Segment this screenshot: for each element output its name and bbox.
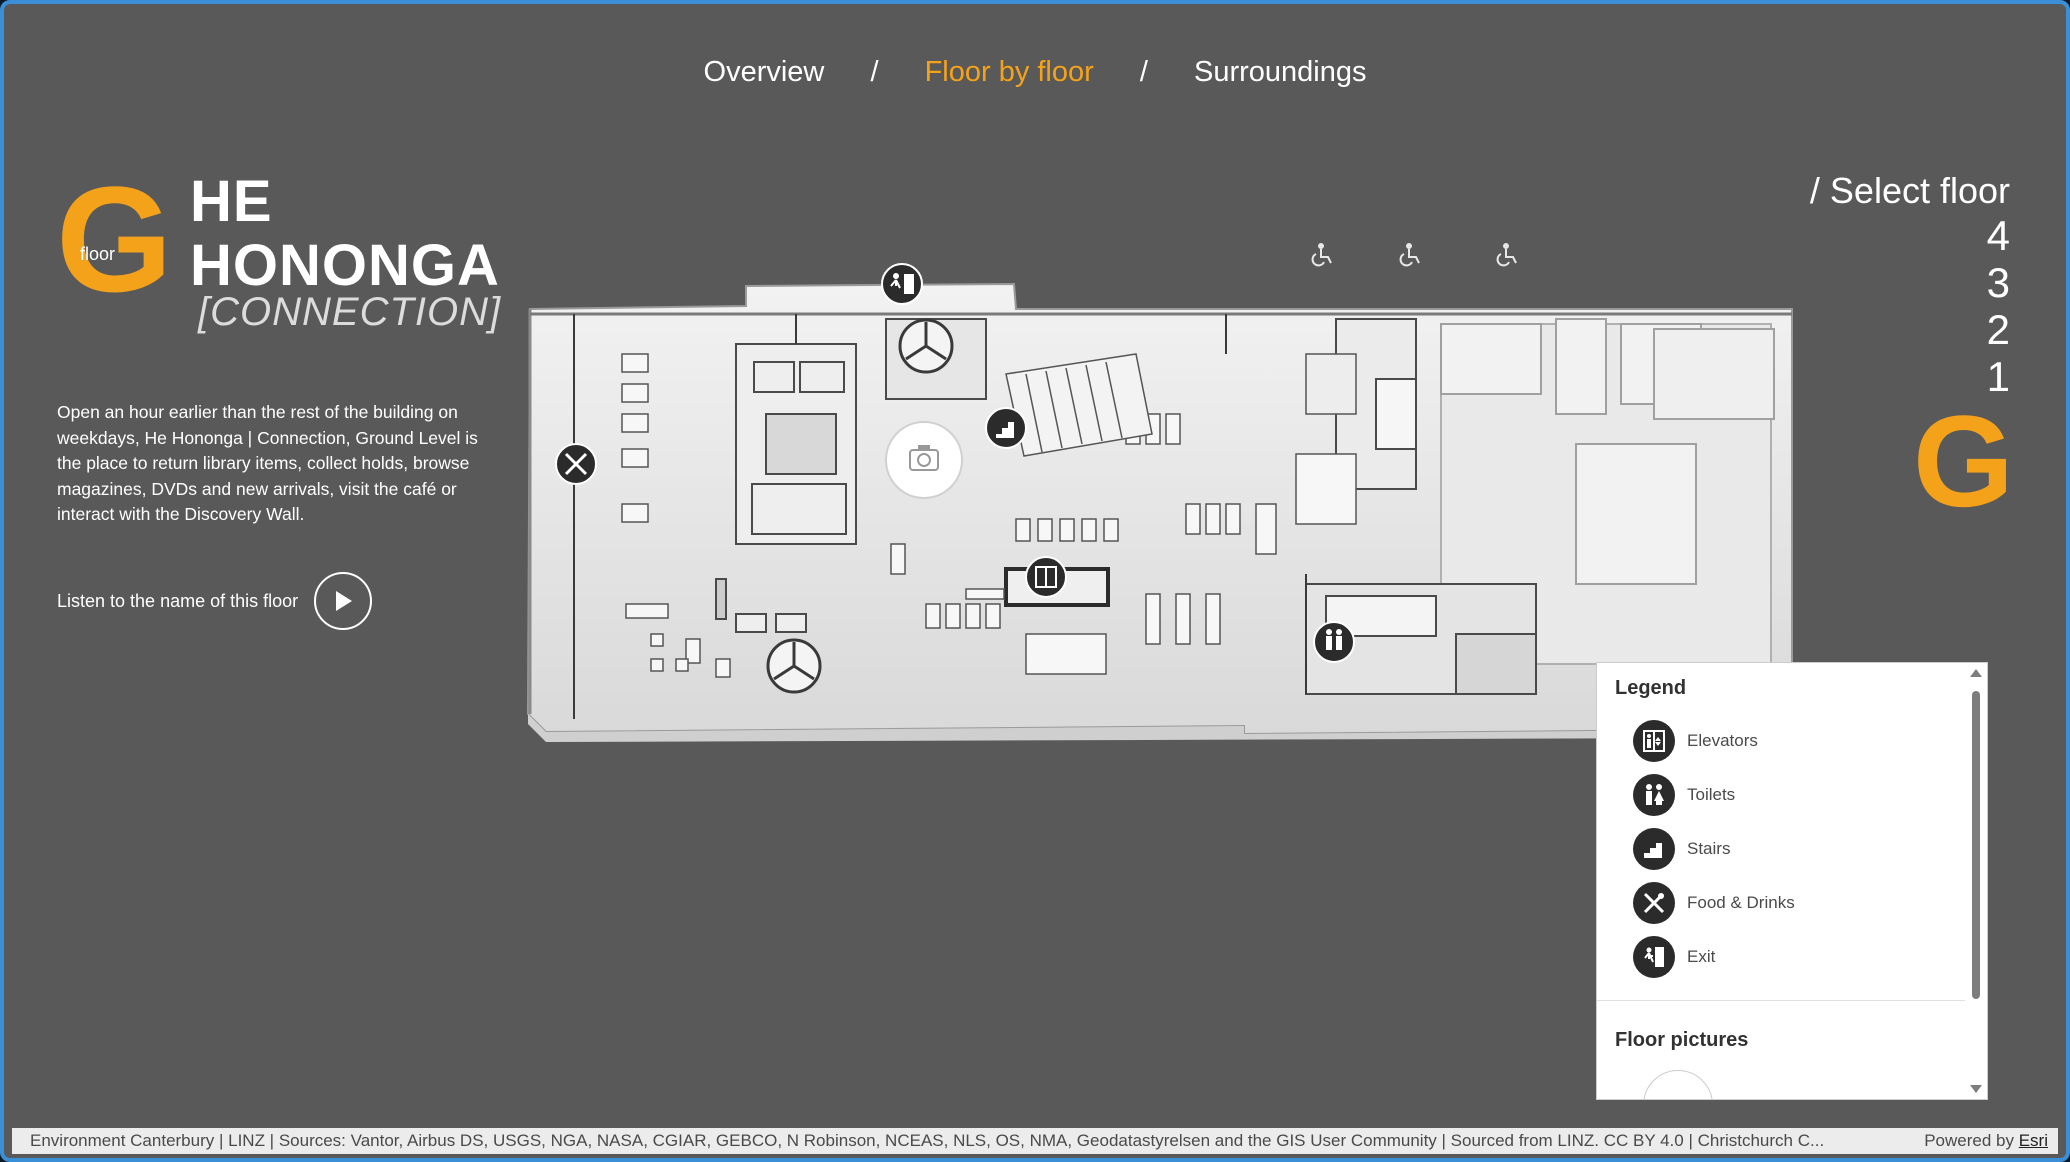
legend-label: Elevators (1687, 731, 1758, 750)
listen-label: Listen to the name of this floor (57, 590, 299, 611)
legend-item-exit: Exit (1615, 930, 1965, 984)
nav-floor-by-floor[interactable]: Floor by floor (917, 56, 1102, 89)
legend-label: Stairs (1687, 839, 1731, 858)
poi-photo[interactable] (885, 421, 963, 499)
floor-option-3[interactable]: 3 (1810, 259, 2010, 306)
nav-overview[interactable]: Overview (696, 56, 833, 89)
nav-separator: / (870, 56, 879, 88)
floor-pictures-title: Floor pictures (1615, 1029, 1749, 1051)
play-button[interactable] (314, 572, 373, 630)
nav-surroundings[interactable]: Surroundings (1186, 56, 1375, 89)
powered-by-label: Powered by (1924, 1131, 2014, 1150)
poi-exit[interactable] (881, 263, 923, 305)
accessibility-icons (1311, 243, 1517, 267)
esri-link[interactable]: Esri (2019, 1131, 2048, 1150)
toilets-icon (1633, 774, 1675, 816)
poi-toilets[interactable] (1313, 621, 1355, 663)
floor-title-line2: HONONGA (190, 232, 500, 298)
nav-separator: / (1139, 56, 1148, 88)
legend-label: Toilets (1687, 785, 1736, 804)
legend-item-food-drinks: Food & Drinks (1615, 876, 1965, 930)
floor-subtitle: [CONNECTION] (198, 290, 502, 334)
legend-content: Legend Elevators Toilets Stairs Food & D… (1597, 663, 1965, 1099)
legend-item-elevators: Elevators (1615, 714, 1965, 768)
powered-by: Powered by Esri (1914, 1128, 2048, 1154)
play-icon (336, 591, 353, 611)
app-window: Overview / Floor by floor / Surroundings… (0, 0, 2070, 1162)
legend-item-toilets: Toilets (1615, 768, 1965, 822)
top-navigation: Overview / Floor by floor / Surroundings (4, 56, 2066, 89)
floor-option-g[interactable]: G (1810, 396, 2014, 526)
floor-picture-thumbnail[interactable] (1643, 1070, 1713, 1099)
floor-word: floor (80, 244, 116, 264)
floor-letter: G (56, 155, 173, 323)
floor-selector: / Select floor 4 3 2 1 G (1809, 170, 2014, 526)
scrollbar-thumb[interactable] (1972, 691, 1980, 999)
legend-panel[interactable]: Legend Elevators Toilets Stairs Food & D… (1596, 662, 1988, 1100)
poi-stairs[interactable] (985, 407, 1027, 449)
legend-label: Exit (1687, 947, 1716, 966)
floor-title: HE HONONGA (190, 170, 500, 298)
floor-option-2[interactable]: 2 (1810, 306, 2010, 353)
attribution-bar: Environment Canterbury | LINZ | Sources:… (12, 1128, 2058, 1154)
poi-elevator[interactable] (1025, 556, 1067, 598)
listen-row: Listen to the name of this floor (57, 572, 373, 630)
legend-label: Food & Drinks (1687, 893, 1795, 912)
exit-icon (1633, 936, 1675, 978)
stairs-icon (1633, 828, 1675, 870)
legend-scrollbar[interactable] (1969, 667, 1983, 1095)
floor-description: Open an hour earlier than the rest of th… (57, 402, 478, 524)
legend-divider (1597, 1000, 1965, 1001)
poi-food-drinks[interactable] (555, 443, 597, 485)
floor-selector-title: / Select floor (1809, 170, 2010, 211)
legend-title: Legend (1615, 677, 1687, 699)
food-drinks-icon (1633, 882, 1675, 924)
legend-item-stairs: Stairs (1615, 822, 1965, 876)
elevator-icon (1633, 720, 1675, 762)
floor-title-line1: HE (190, 169, 273, 234)
scroll-down-icon[interactable] (1969, 1083, 1983, 1095)
attribution-text[interactable]: Environment Canterbury | LINZ | Sources:… (30, 1128, 1824, 1154)
scroll-up-icon[interactable] (1969, 667, 1983, 679)
floor-option-4[interactable]: 4 (1810, 212, 2010, 259)
